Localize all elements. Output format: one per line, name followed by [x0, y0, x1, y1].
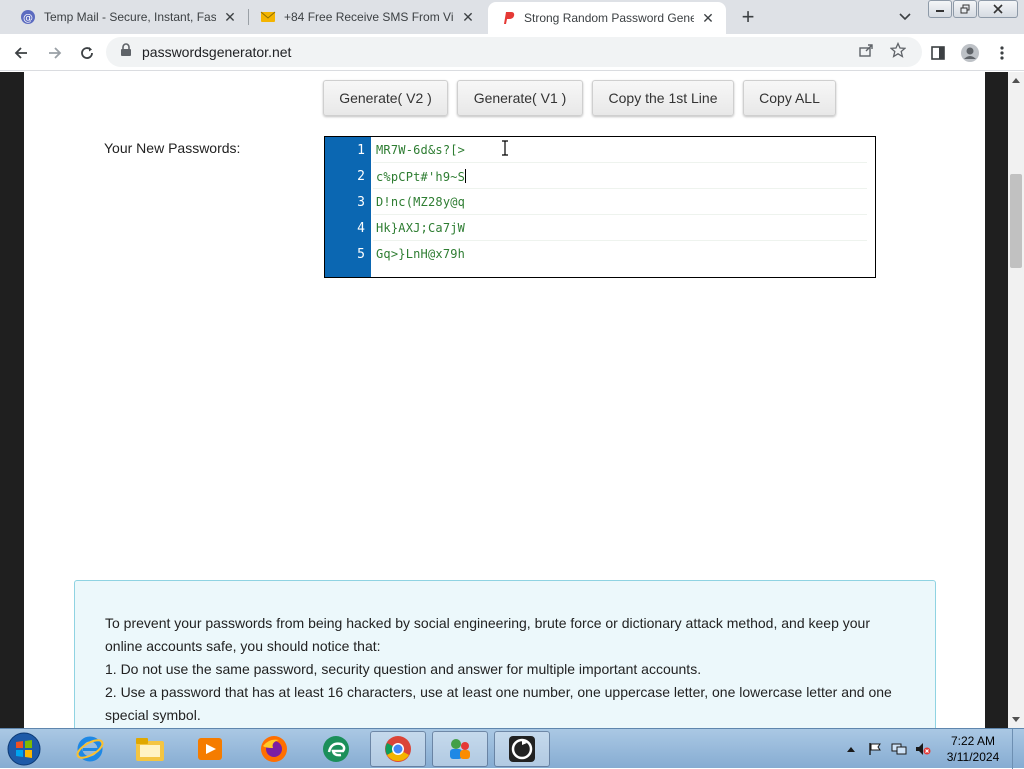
close-tab-icon[interactable]: ✕ — [222, 9, 238, 25]
bookmark-star-icon[interactable] — [889, 41, 907, 59]
minimize-window-button[interactable] — [928, 0, 952, 18]
line-number: 1 — [357, 143, 365, 158]
security-tips-box: To prevent your passwords from being hac… — [74, 580, 936, 728]
share-icon[interactable] — [857, 41, 875, 59]
tab-password-generator[interactable]: Strong Random Password Genera ✕ — [488, 2, 726, 34]
password-text[interactable]: Gq>}LnH@x79h — [376, 247, 465, 261]
show-hidden-icons-arrow-icon[interactable] — [842, 740, 860, 758]
browser-toolbar: passwordsgenerator.net — [0, 34, 1024, 71]
password-line[interactable]: 5 Gq>}LnH@x79h — [325, 241, 875, 267]
scroll-up-arrow-icon[interactable] — [1008, 72, 1024, 88]
tab-title: +84 Free Receive SMS From Vietn — [284, 10, 454, 24]
copy-first-line-button[interactable]: Copy the 1st Line — [592, 80, 734, 116]
close-tab-icon[interactable]: ✕ — [700, 10, 716, 26]
tab-search-chevron-icon[interactable] — [896, 8, 914, 26]
url-text: passwordsgenerator.net — [142, 44, 292, 60]
back-arrow-icon[interactable] — [8, 40, 34, 66]
scroll-down-arrow-icon[interactable] — [1008, 712, 1024, 728]
generate-v1-button[interactable]: Generate( V1 ) — [457, 80, 583, 116]
vertical-scrollbar[interactable] — [1008, 72, 1024, 728]
forward-arrow-icon[interactable] — [42, 40, 68, 66]
show-desktop-button[interactable] — [1012, 729, 1024, 769]
tab-title: Temp Mail - Secure, Instant, Fast — [44, 10, 216, 24]
copy-all-button[interactable]: Copy ALL — [743, 80, 836, 116]
svg-text:@: @ — [23, 13, 33, 24]
start-orb-icon[interactable] — [4, 730, 44, 768]
line-number: 2 — [357, 169, 365, 184]
windows-taskbar: 7:22 AM 3/11/2024 — [0, 728, 1024, 769]
tip-2-line1: 2. Use a password that has at least 16 c… — [105, 684, 892, 700]
at-sign-icon: @ — [20, 9, 36, 25]
passwords-label: Your New Passwords: — [104, 140, 241, 156]
network-icon[interactable] — [890, 740, 908, 758]
password-line[interactable]: 2 c%pCPt#'h9~S — [325, 163, 875, 189]
reload-icon[interactable] — [74, 40, 100, 66]
password-line[interactable]: 4 Hk}AXJ;Ca7jW — [325, 215, 875, 241]
password-text[interactable]: Hk}AXJ;Ca7jW — [376, 221, 465, 235]
line-number: 4 — [357, 221, 365, 236]
password-generator-logo-icon — [500, 10, 516, 26]
generate-v2-button[interactable]: Generate( V2 ) — [323, 80, 448, 116]
edge-icon[interactable] — [308, 731, 364, 767]
address-bar[interactable]: passwordsgenerator.net — [106, 37, 922, 67]
password-line[interactable]: 1 MR7W-6d&s?[> — [325, 137, 875, 163]
tip-1: 1. Do not use the same password, securit… — [105, 661, 702, 677]
text-cursor-ibeam-icon — [500, 140, 510, 156]
volume-muted-icon[interactable] — [914, 740, 932, 758]
lock-icon[interactable] — [120, 42, 132, 62]
tab-title: Strong Random Password Genera — [524, 11, 694, 25]
close-window-button[interactable] — [978, 0, 1018, 18]
close-tab-icon[interactable]: ✕ — [460, 9, 476, 25]
network-users-icon[interactable] — [432, 731, 488, 767]
text-caret — [465, 169, 467, 183]
menu-kebab-icon[interactable] — [990, 41, 1014, 65]
password-text[interactable]: c%pCPt#'h9~S — [376, 170, 465, 184]
firefox-icon[interactable] — [246, 731, 302, 767]
media-player-icon[interactable] — [182, 731, 238, 767]
tab-receive-sms[interactable]: +84 Free Receive SMS From Vietn ✕ — [248, 0, 486, 34]
action-center-flag-icon[interactable] — [866, 740, 884, 758]
tips-intro-line1: To prevent your passwords from being hac… — [105, 615, 870, 631]
page-viewport: Generate( V2 ) Generate( V1 ) Copy the 1… — [0, 72, 1008, 728]
password-line[interactable]: 3 D!nc(MZ28y@q — [325, 189, 875, 215]
clock-date: 3/11/2024 — [946, 750, 1000, 764]
file-explorer-icon[interactable] — [122, 731, 178, 767]
sync-app-icon[interactable] — [494, 731, 550, 767]
system-clock[interactable]: 7:22 AM 3/11/2024 — [938, 733, 1008, 765]
password-text[interactable]: MR7W-6d&s?[> — [376, 143, 465, 157]
passwords-editor[interactable]: 1 MR7W-6d&s?[> 2 c%pCPt#'h9~S 3 D!nc(MZ2… — [324, 136, 876, 278]
tips-intro-line2: online accounts safe, you should notice … — [105, 638, 381, 654]
tab-temp-mail[interactable]: @ Temp Mail - Secure, Instant, Fast ✕ — [8, 0, 248, 34]
right-dark-border — [985, 72, 1008, 728]
sms-envelope-icon — [260, 9, 276, 25]
tip-2-line2: special symbol. — [105, 707, 201, 723]
profile-avatar-icon[interactable] — [958, 41, 982, 65]
password-text[interactable]: D!nc(MZ28y@q — [376, 195, 465, 209]
line-number: 5 — [357, 247, 365, 262]
chrome-icon[interactable] — [370, 731, 426, 767]
line-number: 3 — [357, 195, 365, 210]
internet-explorer-icon[interactable] — [62, 731, 118, 767]
password-text-with-caret[interactable]: c%pCPt#'h9~S — [376, 169, 467, 184]
scrollbar-thumb[interactable] — [1010, 174, 1022, 268]
clock-time: 7:22 AM — [950, 734, 996, 748]
left-dark-border — [0, 72, 24, 728]
side-panel-icon[interactable] — [926, 41, 950, 65]
restore-window-button[interactable] — [953, 0, 977, 18]
new-tab-button[interactable]: + — [736, 4, 760, 29]
tab-strip: @ Temp Mail - Secure, Instant, Fast ✕ +8… — [0, 0, 1024, 34]
